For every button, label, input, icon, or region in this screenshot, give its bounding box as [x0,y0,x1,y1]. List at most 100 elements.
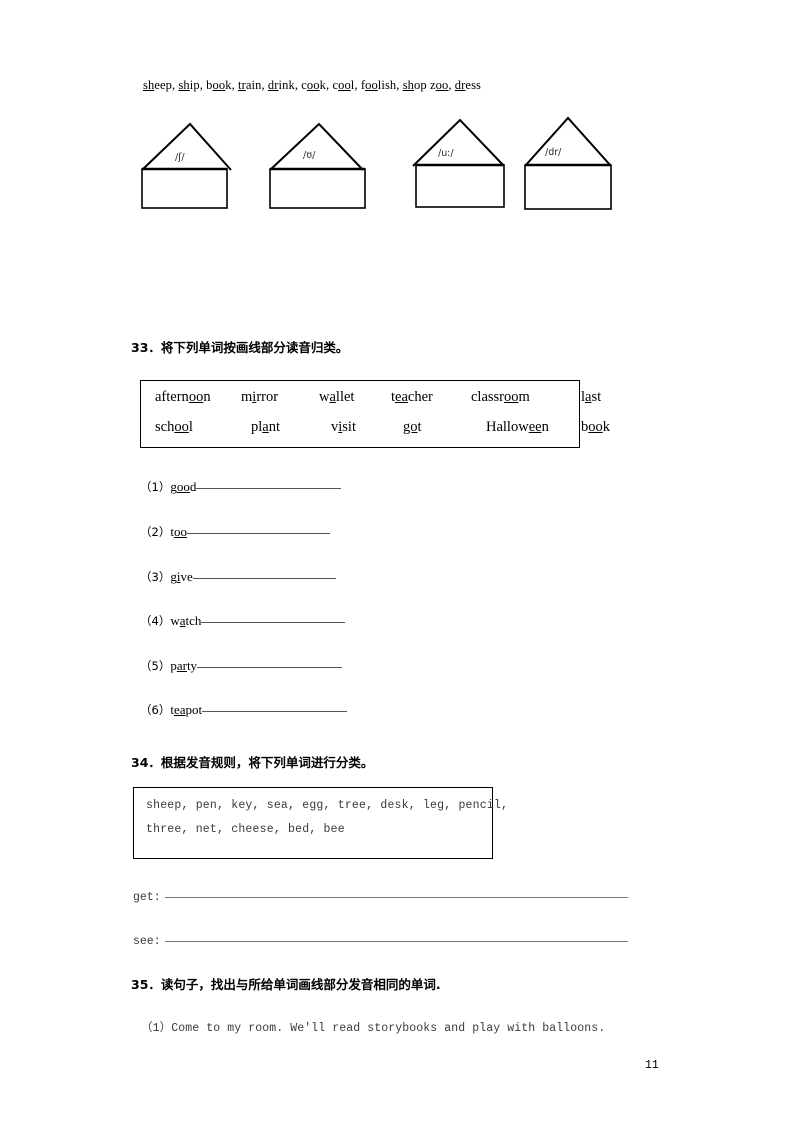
q33-item-word-6-suffix: pot [185,702,203,717]
phonics-word-8-suffix: lish [377,78,397,92]
word-bank-r1-word-5: classroom [471,389,530,405]
q33-item-word-4-suffix: tch [185,613,202,628]
word-bank-r1-word-2-suffix: rror [256,389,279,405]
q33-item-word-3-suffix: ve [180,569,193,584]
word-bank-r1-word-5-prefix: classr [471,389,505,405]
q33-item-number-4: （4） [140,614,171,628]
q33-item-word-4-prefix: w [170,613,180,628]
word-bank-r1-word-3: wallet [319,389,354,405]
q33-blank-item-6: （6）teapot [140,701,348,718]
q33-answer-blank-3[interactable] [192,568,336,579]
word-bank-cell: school [155,419,193,436]
phonics-word-8: foolish [361,78,396,92]
q33-item-number-2: （2） [140,525,171,539]
q33-item-word-1-underlined-part: oo [176,479,190,494]
word-bank-r2-word-3-suffix: sit [342,419,356,435]
q33-blank-item-4: （4）watch [140,612,346,629]
phonics-word-2-underlined-part: sh [178,78,190,92]
phonics-word-5-underlined-part: dr [267,78,279,92]
q33-item-word-2: too [170,524,187,539]
word-bank-r2-word-1-suffix: l [188,419,193,435]
phonics-word-2: ship [178,78,199,92]
question-34-heading: 34．根据发音规则，将下列单词进行分类。 [131,755,374,770]
q33-answer-blank-4[interactable] [201,612,346,623]
question-34-word-bank: sheep, pen, key, sea, egg, tree, desk, l… [133,787,508,859]
house-4: /dr/ [513,104,618,214]
phonics-word-7: cool [332,78,354,92]
q33-item-word-6-underlined-part: ea [173,702,186,717]
word-bank-cell: classroom [471,389,530,406]
word-bank-r2-word-5-prefix: Hallow [486,419,529,435]
word-bank-2-line-1: sheep, pen, key, sea, egg, tree, desk, l… [146,799,509,812]
phonics-word-4-underlined-part: tr [238,78,246,92]
word-bank-r1-word-5-suffix: m [518,389,530,405]
word-bank-r2-word-4-underlined-part: go [403,419,418,435]
word-bank-cell: got [403,419,422,436]
word-bank-r1-word-2: mirror [241,389,278,405]
phonics-word-6: cook [301,78,326,92]
phonics-word-1: sheep [143,78,172,92]
question-33-word-bank: afternoon mirror wallet teacher classroom las… [140,380,610,448]
word-bank-r1-word-5-underlined-part: oo [504,389,519,405]
phonics-word-5-suffix: ink [278,78,295,92]
question-35-heading: 35．读句子，找出与所给单词画线部分发音相同的单词. [131,977,441,992]
word-bank-r2-word-4-suffix: t [417,419,422,435]
word-bank-r2-word-6: book [581,419,610,435]
house-1: /ʃ/ [135,112,235,212]
phonics-word-3: book [206,78,231,92]
word-bank-r1-word-4: teacher [391,389,433,405]
phonics-word-5: drink [268,78,295,92]
word-bank-cell: teacher [391,389,433,406]
word-bank-r1-word-1-suffix: n [203,389,211,405]
q34-answer-blank-1[interactable] [164,887,628,898]
word-bank-cell: afternoon [155,389,211,406]
phonics-word-8-underlined-part: oo [365,78,378,92]
q33-item-number-6: （6） [140,703,171,717]
q33-item-number-1: （1） [140,480,171,494]
q33-item-number-5: （5） [140,659,171,673]
q34-answer-row-2: see: [133,931,628,948]
word-bank-cell: last [581,389,601,406]
word-bank-cell: visit [331,419,356,436]
house-2-phonetic: /ʊ/ [303,150,316,161]
q33-answer-blank-1[interactable] [196,478,342,489]
phonics-word-11-suffix: ess [465,78,481,92]
q34-answer-blank-2[interactable] [164,931,628,942]
word-bank-r2-word-2-suffix: nt [268,419,280,435]
word-bank-r2-word-3: visit [331,419,356,435]
phonics-word-list: sheep, ship, book, train, drink, cook, c… [143,78,481,93]
phonics-word-10-underlined-part: oo [435,78,449,92]
q34-answer-label-1: get: [133,891,161,904]
question-35-sentence: （1）Come to my room. We'll read storybook… [141,1022,606,1035]
phonics-word-10: zoo [430,78,448,92]
house-3: /uː/ [408,108,513,212]
phonics-word-4: train [238,78,261,92]
q33-item-word-3: give [170,569,192,584]
q33-item-word-5-suffix: ty [186,658,198,673]
page-number: 11 [645,1059,659,1072]
word-bank-r1-word-1-prefix: aftern [155,389,189,405]
q33-item-word-1: good [170,479,196,494]
word-bank-r2-word-2-prefix: pl [251,419,263,435]
word-bank-cell: plant [251,419,280,436]
word-bank-r2-word-5-underlined-part: ee [528,419,542,435]
phonics-word-4-suffix: ain [245,78,262,92]
word-bank-r2-word-6-suffix: k [602,419,610,435]
word-bank-cell: book [581,419,610,436]
q33-answer-blank-2[interactable] [186,523,330,534]
phonics-word-2-suffix: ip [189,78,200,92]
q33-answer-blank-6[interactable] [202,701,348,712]
q33-blank-item-1: （1）good [140,478,342,495]
phonics-word-9-underlined-part: sh [402,78,415,92]
word-bank-r1-word-1: afternoon [155,389,211,405]
q33-item-word-2-underlined-part: oo [173,524,187,539]
word-bank-cell: Halloween [486,419,549,436]
q33-answer-blank-5[interactable] [197,657,343,668]
word-bank-r2-word-4: got [403,419,422,435]
q33-item-word-4: watch [170,613,201,628]
word-bank-r1-word-6-suffix: st [591,389,602,405]
word-bank-r2-word-5: Halloween [486,419,549,435]
phonics-word-9-suffix: op [414,78,427,92]
q34-answer-row-1: get: [133,887,628,904]
house-3-phonetic: /uː/ [438,148,454,159]
